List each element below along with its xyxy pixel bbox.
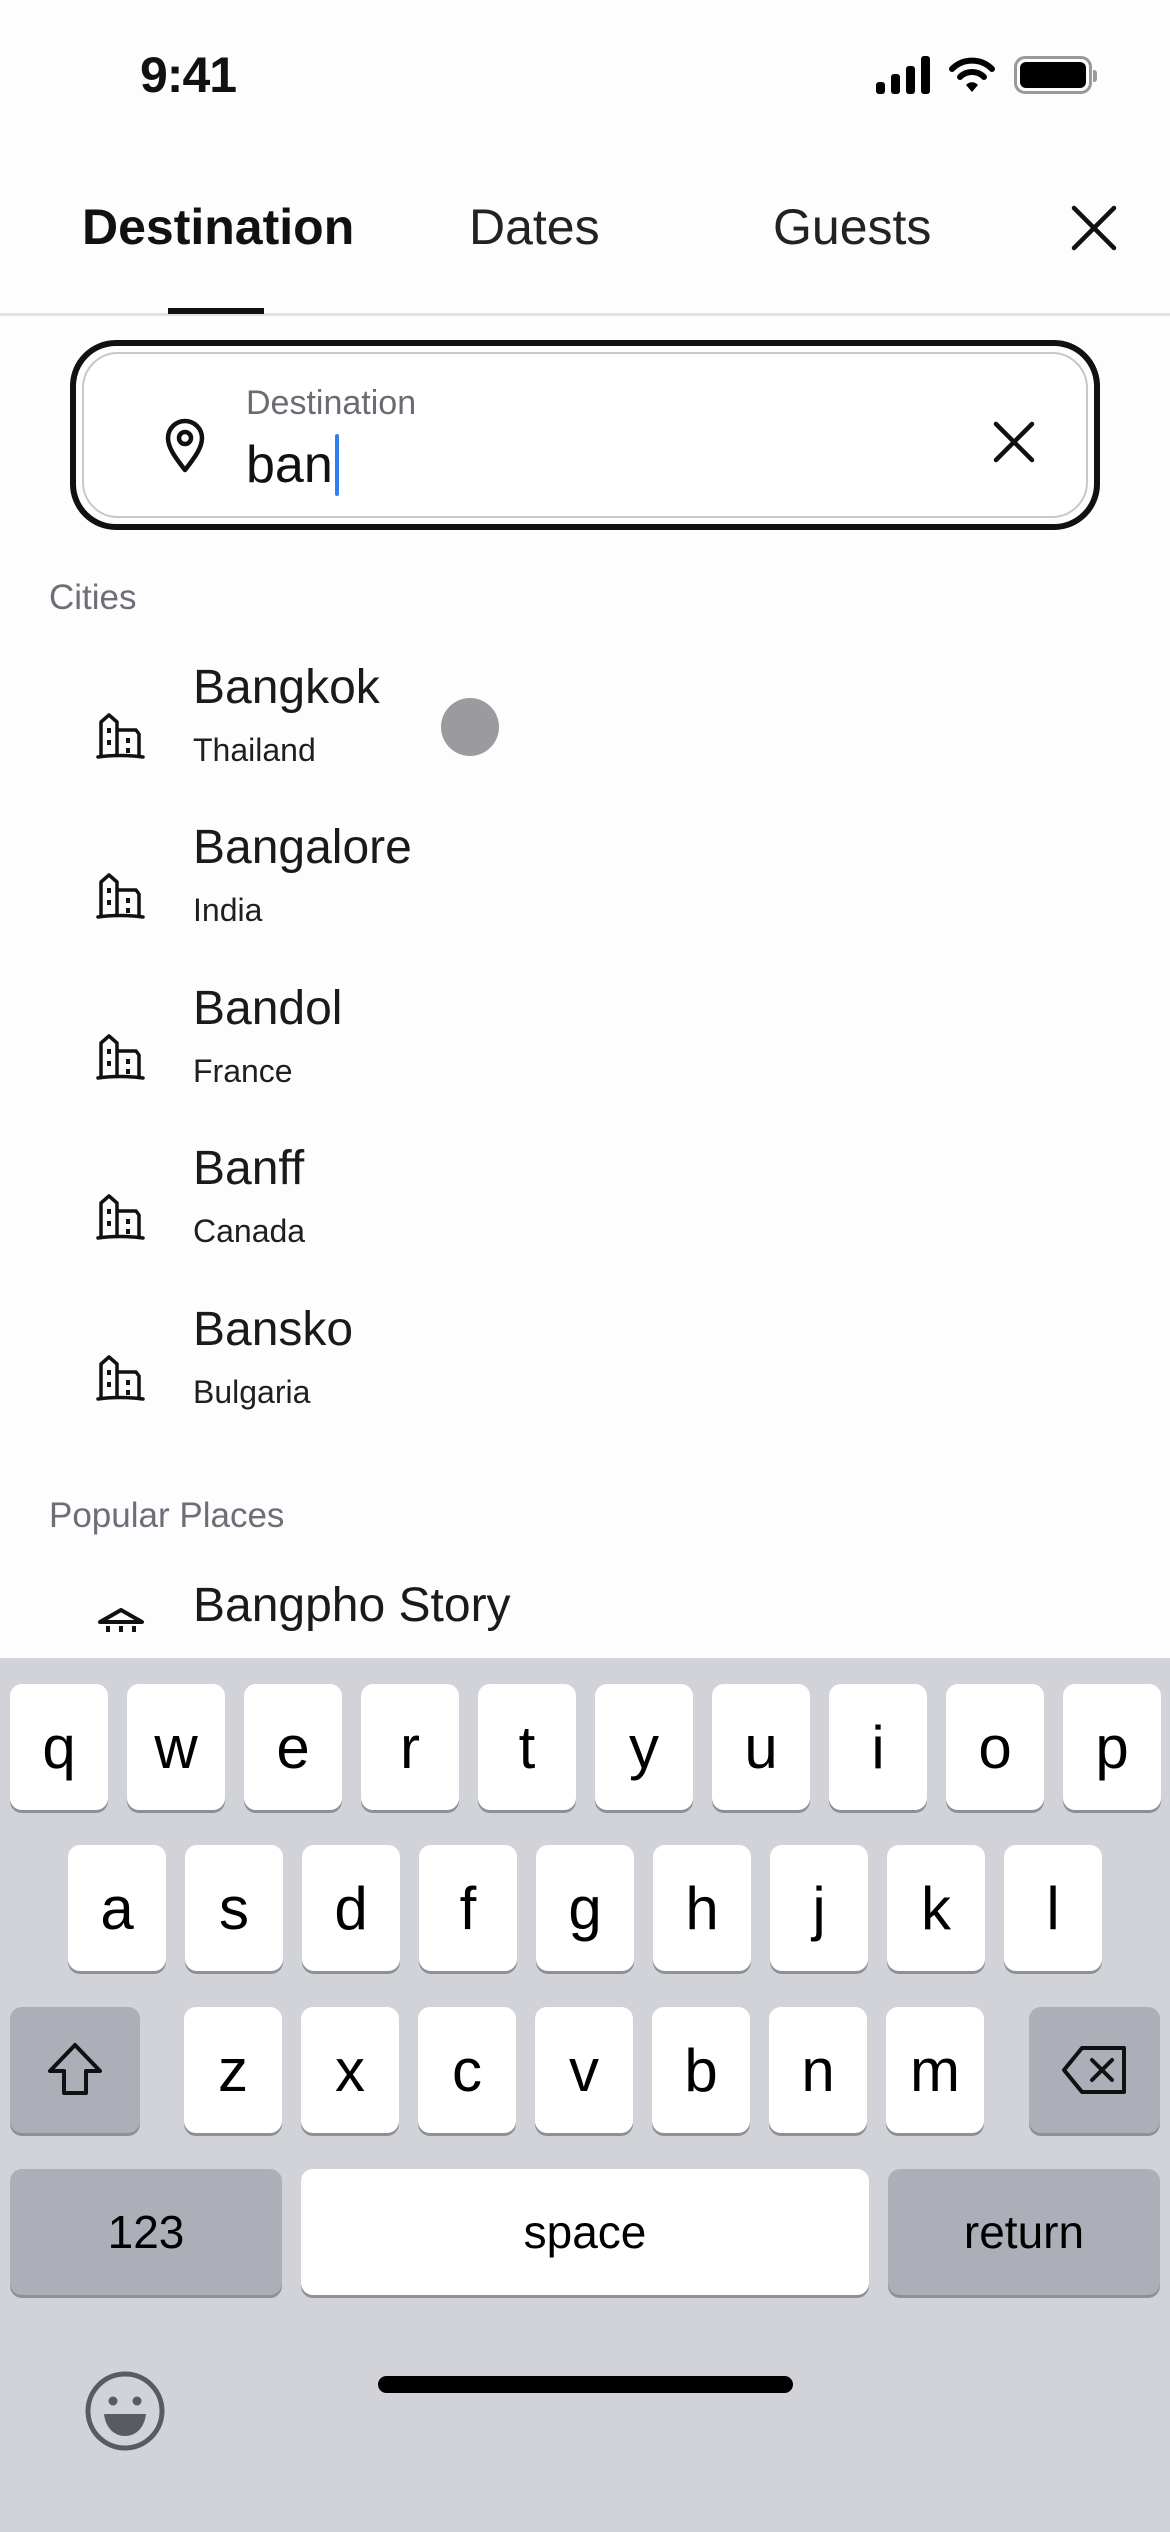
city-country: Thailand [193,732,316,768]
city-item[interactable]: Banff Canada [0,1141,1170,1291]
city-name: Bangkok [193,661,380,714]
return-key[interactable]: return [888,2169,1160,2295]
key-w[interactable]: w [127,1684,225,1810]
key-b[interactable]: b [652,2007,750,2133]
city-name: Bandol [193,982,343,1035]
building-icon [96,1355,145,1401]
shift-icon [48,2043,102,2095]
key-g[interactable]: g [536,1845,634,1971]
key-j[interactable]: j [770,1845,868,1971]
place-name: Bangpho Story [193,1579,511,1632]
status-icons [876,56,1097,94]
key-t[interactable]: t [478,1684,576,1810]
destination-search-field[interactable]: Destination ban [70,340,1100,530]
emoji-icon[interactable] [84,2370,166,2452]
city-name: Banff [193,1142,305,1195]
building-icon [96,873,145,919]
building-icon [96,1194,145,1240]
status-time: 9:41 [140,47,237,103]
key-h[interactable]: h [653,1845,751,1971]
city-item[interactable]: Bangalore India [0,820,1170,970]
building-icon [96,713,145,759]
key-v[interactable]: v [535,2007,633,2133]
backspace-icon [1061,2046,1126,2094]
key-a[interactable]: a [68,1845,166,1971]
search-field-label: Destination [246,384,417,422]
key-q[interactable]: q [10,1684,108,1810]
shift-key[interactable] [10,2007,140,2133]
key-e[interactable]: e [244,1684,342,1810]
key-s[interactable]: s [185,1845,283,1971]
location-pin-icon [165,418,205,473]
tab-destination[interactable]: Destination [82,198,354,256]
key-x[interactable]: x [301,2007,399,2133]
battery-icon [1014,56,1097,94]
section-label-cities: Cities [49,578,137,617]
city-country: Canada [193,1213,306,1249]
delete-key[interactable] [1029,2007,1160,2133]
tab-dates[interactable]: Dates [469,198,600,256]
wifi-icon [949,57,995,92]
key-z[interactable]: z [184,2007,282,2133]
key-y[interactable]: y [595,1684,693,1810]
key-d[interactable]: d [302,1845,400,1971]
touch-indicator [441,698,499,756]
key-r[interactable]: r [361,1684,459,1810]
key-o[interactable]: o [946,1684,1044,1810]
clear-input-icon[interactable] [990,418,1038,466]
city-country: France [193,1053,293,1089]
key-f[interactable]: f [419,1845,517,1971]
key-m[interactable]: m [886,2007,984,2133]
section-label-popular-places: Popular Places [49,1496,285,1535]
building-icon [96,1034,145,1080]
city-country: Bulgaria [193,1374,311,1410]
key-k[interactable]: k [887,1845,985,1971]
search-input[interactable]: ban [246,434,339,496]
city-item[interactable]: Bansko Bulgaria [0,1302,1170,1452]
cellular-signal-icon [876,56,930,94]
key-c[interactable]: c [418,2007,516,2133]
city-item[interactable]: Bangkok Thailand [0,660,1170,810]
screen: 9:41 Destination Dates Guests Destinatio… [0,0,1170,2532]
city-name: Bansko [193,1303,354,1356]
city-country: India [193,892,263,928]
city-name: Bangalore [193,821,412,874]
key-l[interactable]: l [1004,1845,1102,1971]
place-item[interactable]: Bangpho Story [0,1578,1170,1658]
city-item[interactable]: Bandol France [0,981,1170,1131]
active-tab-indicator [168,308,264,314]
key-i[interactable]: i [829,1684,927,1810]
search-input-value: ban [246,436,333,494]
key-u[interactable]: u [712,1684,810,1810]
home-indicator[interactable] [378,2376,793,2393]
tab-guests[interactable]: Guests [773,198,931,256]
search-inner: Destination ban [82,352,1088,518]
space-key[interactable]: space [301,2169,869,2295]
close-icon[interactable] [1068,202,1120,254]
key-p[interactable]: p [1063,1684,1161,1810]
key-n[interactable]: n [769,2007,867,2133]
landmark-icon [98,1608,144,1632]
tab-bar: Destination Dates Guests [0,190,1170,316]
numbers-key[interactable]: 123 [10,2169,282,2295]
text-caret [334,434,339,496]
